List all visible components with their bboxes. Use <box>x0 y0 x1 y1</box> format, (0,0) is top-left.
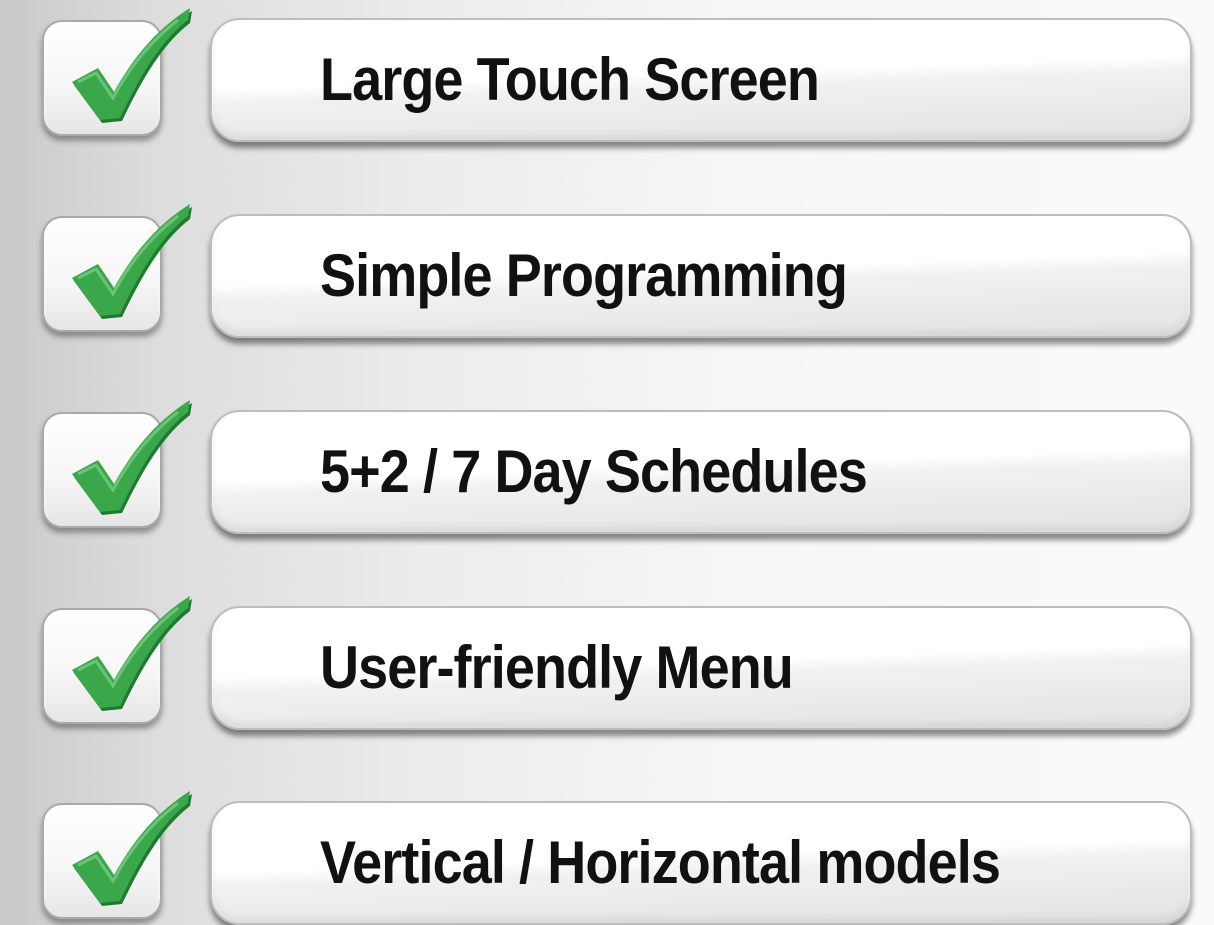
feature-list: Large Touch Screen Simple Programming 5+… <box>0 0 1214 925</box>
feature-item: 5+2 / 7 Day Schedules <box>0 392 1214 534</box>
feature-pill: Large Touch Screen <box>210 18 1192 142</box>
feature-label: User-friendly Menu <box>320 634 794 701</box>
feature-pill: Vertical / Horizontal models <box>210 801 1192 925</box>
feature-item: User-friendly Menu <box>0 588 1214 730</box>
feature-pill: 5+2 / 7 Day Schedules <box>210 410 1192 534</box>
check-icon <box>72 8 192 123</box>
check-icon <box>72 596 192 711</box>
feature-item: Large Touch Screen <box>0 0 1214 142</box>
feature-label: Vertical / Horizontal models <box>320 829 1001 896</box>
feature-label: Large Touch Screen <box>320 46 820 113</box>
feature-pill: User-friendly Menu <box>210 606 1192 730</box>
check-icon <box>72 791 192 906</box>
check-icon <box>72 204 192 319</box>
feature-item: Vertical / Horizontal models <box>0 783 1214 925</box>
feature-pill: Simple Programming <box>210 214 1192 338</box>
feature-item: Simple Programming <box>0 196 1214 338</box>
check-icon <box>72 400 192 515</box>
feature-label: Simple Programming <box>320 242 848 309</box>
feature-label: 5+2 / 7 Day Schedules <box>320 438 868 505</box>
